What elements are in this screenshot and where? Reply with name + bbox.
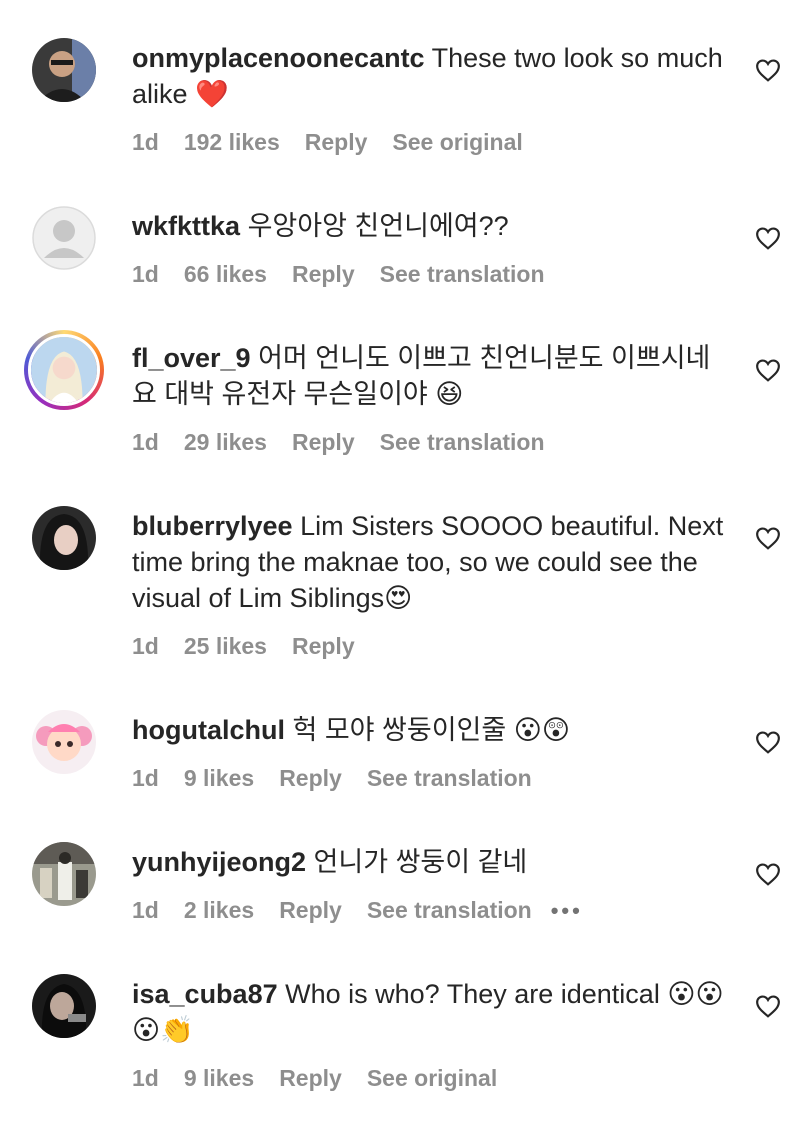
likes-count[interactable]: 192 likes	[184, 129, 280, 156]
likes-count[interactable]: 9 likes	[184, 1065, 254, 1092]
heart-outline-icon[interactable]	[755, 526, 781, 550]
reply-button[interactable]: Reply	[305, 129, 368, 156]
avatar[interactable]	[32, 974, 96, 1038]
comment-list: onmyplacenoonecantc These two look so mu…	[0, 0, 806, 1124]
comment-meta: 1d 25 likes Reply	[132, 633, 380, 660]
comment-text-block: hogutalchul 헉 모야 쌍둥이인줄 😮😲	[132, 712, 732, 748]
likes-count[interactable]: 29 likes	[184, 429, 267, 456]
avatar[interactable]	[32, 38, 96, 102]
see-translation-button[interactable]: See translation	[380, 429, 545, 456]
likes-count[interactable]: 25 likes	[184, 633, 267, 660]
reply-button[interactable]: Reply	[279, 1065, 342, 1092]
see-translation-button[interactable]: See translation	[367, 765, 532, 792]
see-translation-button[interactable]: See translation	[367, 897, 532, 924]
reply-button[interactable]: Reply	[292, 633, 355, 660]
heart-outline-icon[interactable]	[755, 862, 781, 886]
comment-time: 1d	[132, 765, 159, 791]
likes-count[interactable]: 66 likes	[184, 261, 267, 288]
comment-username[interactable]: hogutalchul	[132, 715, 285, 745]
comment-text-block: fl_over_9 어머 언니도 이쁘고 친언니분도 이쁘시네요 대박 유전자 …	[132, 340, 732, 412]
reply-button[interactable]: Reply	[279, 765, 342, 792]
see-original-button[interactable]: See original	[392, 129, 522, 156]
comment-text-block: yunhyijeong2 언니가 쌍둥이 같네	[132, 844, 732, 880]
avatar[interactable]	[32, 842, 96, 906]
avatar-with-story-ring[interactable]	[24, 330, 104, 410]
comment-body: 우앙아앙 친언니에여??	[247, 211, 509, 241]
comment-body: 헉 모야 쌍둥이인줄 😮😲	[292, 715, 571, 745]
comment-username[interactable]: wkfkttka	[132, 211, 240, 241]
comment-text-block: onmyplacenoonecantc These two look so mu…	[132, 40, 732, 112]
heart-outline-icon[interactable]	[755, 226, 781, 250]
comment-text-block: wkfkttka 우앙아앙 친언니에여??	[132, 208, 732, 244]
heart-outline-icon[interactable]	[755, 58, 781, 82]
comment-text-block: bluberrylyee Lim Sisters SOOOO beautiful…	[132, 508, 732, 616]
comment-time: 1d	[132, 429, 159, 455]
comment-time: 1d	[132, 129, 159, 155]
avatar[interactable]	[32, 506, 96, 570]
avatar[interactable]	[32, 206, 96, 270]
comment-meta: 1d 29 likes Reply See translation	[132, 429, 570, 456]
see-translation-button[interactable]: See translation	[380, 261, 545, 288]
comment-username[interactable]: onmyplacenoonecantc	[132, 43, 425, 73]
heart-outline-icon[interactable]	[755, 994, 781, 1018]
comment-time: 1d	[132, 261, 159, 287]
comment-meta: 1d 2 likes Reply See translation •••	[132, 897, 608, 924]
comment-username[interactable]: isa_cuba87	[132, 979, 278, 1009]
likes-count[interactable]: 2 likes	[184, 897, 254, 924]
heart-outline-icon[interactable]	[755, 730, 781, 754]
comment-meta: 1d 66 likes Reply See translation	[132, 261, 570, 288]
see-original-button[interactable]: See original	[367, 1065, 497, 1092]
likes-count[interactable]: 9 likes	[184, 765, 254, 792]
comment-time: 1d	[132, 1065, 159, 1091]
more-options-icon[interactable]: •••	[551, 898, 583, 924]
comment-time: 1d	[132, 633, 159, 659]
comment-username[interactable]: bluberrylyee	[132, 511, 293, 541]
reply-button[interactable]: Reply	[292, 261, 355, 288]
comment-text-block: isa_cuba87 Who is who? They are identica…	[132, 976, 732, 1048]
comment-meta: 1d 9 likes Reply See translation	[132, 765, 557, 792]
comment-body: 언니가 쌍둥이 같네	[313, 847, 528, 877]
reply-button[interactable]: Reply	[279, 897, 342, 924]
heart-outline-icon[interactable]	[755, 358, 781, 382]
reply-button[interactable]: Reply	[292, 429, 355, 456]
comment-username[interactable]: fl_over_9	[132, 343, 251, 373]
comment-username[interactable]: yunhyijeong2	[132, 847, 306, 877]
comment-meta: 1d 192 likes Reply See original	[132, 129, 548, 156]
comment-time: 1d	[132, 897, 159, 923]
avatar[interactable]	[32, 710, 96, 774]
comment-meta: 1d 9 likes Reply See original	[132, 1065, 522, 1092]
